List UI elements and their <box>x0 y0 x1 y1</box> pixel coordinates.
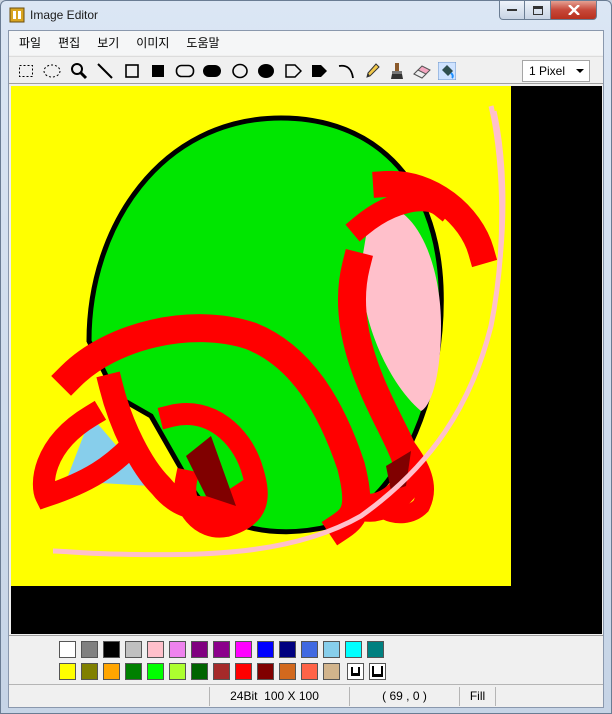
minimize-icon <box>507 9 517 11</box>
close-button[interactable] <box>551 1 597 20</box>
color-swatch[interactable] <box>103 641 120 658</box>
dashed-rect-icon <box>19 65 33 77</box>
status-format-size: 24Bit 100 X 100 <box>209 687 339 706</box>
line-width-select[interactable]: 1 Pixel <box>522 60 590 82</box>
rounded-rect-tool[interactable] <box>174 60 196 82</box>
line-icon <box>97 63 113 79</box>
window-title: Image Editor <box>30 8 99 22</box>
brush-icon <box>391 63 403 79</box>
client-area: 파일 편집 보기 이미지 도움말 1 Pixel 24Bit 100 X 100… <box>8 30 604 708</box>
fill-tool[interactable] <box>436 60 458 82</box>
close-icon <box>567 5 580 15</box>
color-swatch[interactable] <box>147 641 164 658</box>
filled-rect-tool[interactable] <box>147 60 169 82</box>
custom-color-button[interactable] <box>369 663 386 680</box>
color-swatch[interactable] <box>235 641 252 658</box>
maximize-icon <box>532 5 543 15</box>
status-empty <box>495 687 595 706</box>
minimize-button[interactable] <box>499 1 525 20</box>
color-swatch[interactable] <box>213 663 230 680</box>
status-tool: Fill <box>459 687 495 706</box>
color-swatch[interactable] <box>191 641 208 658</box>
canvas-area[interactable] <box>11 86 602 634</box>
color-swatch[interactable] <box>279 663 296 680</box>
color-swatch[interactable] <box>147 663 164 680</box>
rect-outline-icon <box>125 64 139 78</box>
custom-color-icon <box>351 666 360 676</box>
color-swatch[interactable] <box>257 663 274 680</box>
color-swatch[interactable] <box>59 663 76 680</box>
pencil-icon <box>366 63 380 78</box>
rect-filled-icon <box>152 65 164 77</box>
color-swatch[interactable] <box>279 641 296 658</box>
color-swatch[interactable] <box>125 663 142 680</box>
filled-rounded-rect-tool[interactable] <box>201 60 223 82</box>
pencil-tool[interactable] <box>361 60 383 82</box>
color-swatch[interactable] <box>301 663 318 680</box>
curve-tool[interactable] <box>335 60 357 82</box>
chevron-down-icon <box>576 69 584 73</box>
brush-tool[interactable] <box>386 60 408 82</box>
menu-bar: 파일 편집 보기 이미지 도움말 <box>9 31 603 55</box>
rect-tool[interactable] <box>121 60 143 82</box>
ellipse-outline-icon <box>232 63 248 79</box>
title-bar[interactable]: Image Editor <box>1 1 611 29</box>
curve-icon <box>338 64 354 79</box>
color-swatch[interactable] <box>59 641 76 658</box>
polygon-outline-icon <box>285 64 302 78</box>
status-format: 24Bit <box>230 689 258 703</box>
rounded-rect-outline-icon <box>175 64 195 78</box>
color-swatch[interactable] <box>323 641 340 658</box>
color-swatch[interactable] <box>257 641 274 658</box>
polygon-tool[interactable] <box>282 60 304 82</box>
color-swatch[interactable] <box>169 663 186 680</box>
status-bar: 24Bit 100 X 100 ( 69 , 0 ) Fill <box>9 684 603 707</box>
color-swatch[interactable] <box>235 663 252 680</box>
color-swatch[interactable] <box>81 663 98 680</box>
color-swatch[interactable] <box>125 641 142 658</box>
toolbar: 1 Pixel <box>9 56 603 84</box>
ellipse-filled-icon <box>258 64 274 78</box>
menu-view[interactable]: 보기 <box>90 31 126 55</box>
palette-bar <box>9 635 603 683</box>
paint-bucket-icon <box>438 62 456 80</box>
status-cursor: ( 69 , 0 ) <box>349 687 459 706</box>
menu-file[interactable]: 파일 <box>12 31 48 55</box>
eraser-tool[interactable] <box>411 60 433 82</box>
color-swatch[interactable] <box>345 641 362 658</box>
color-swatch[interactable] <box>169 641 186 658</box>
filled-polygon-tool[interactable] <box>308 60 330 82</box>
ellipse-select-tool[interactable] <box>41 60 63 82</box>
color-swatch[interactable] <box>103 663 120 680</box>
menu-edit[interactable]: 편집 <box>51 31 87 55</box>
rect-select-tool[interactable] <box>15 60 37 82</box>
color-swatch[interactable] <box>367 641 384 658</box>
color-swatch[interactable] <box>191 663 208 680</box>
ellipse-tool[interactable] <box>229 60 251 82</box>
image-editor-window: Image Editor 파일 편집 보기 이미지 도움말 1 Pixel 24… <box>0 0 612 714</box>
dashed-ellipse-icon <box>43 64 61 78</box>
status-size: 100 X 100 <box>264 689 319 703</box>
filled-ellipse-tool[interactable] <box>255 60 277 82</box>
line-tool[interactable] <box>94 60 116 82</box>
color-swatch[interactable] <box>213 641 230 658</box>
color-swatch[interactable] <box>301 641 318 658</box>
custom-color-icon <box>372 666 383 677</box>
eraser-icon <box>413 65 431 79</box>
image-canvas[interactable] <box>11 86 511 586</box>
menu-image[interactable]: 이미지 <box>129 31 176 55</box>
zoom-tool[interactable] <box>68 60 90 82</box>
maximize-button[interactable] <box>525 1 551 20</box>
app-icon <box>9 7 25 23</box>
line-width-value: 1 Pixel <box>529 64 566 78</box>
color-swatch[interactable] <box>81 641 98 658</box>
polygon-filled-icon <box>312 65 327 77</box>
color-swatch[interactable] <box>323 663 340 680</box>
rounded-rect-filled-icon <box>203 65 221 77</box>
custom-color-button[interactable] <box>347 663 364 680</box>
magnifier-icon <box>71 63 88 80</box>
menu-help[interactable]: 도움말 <box>179 31 226 55</box>
